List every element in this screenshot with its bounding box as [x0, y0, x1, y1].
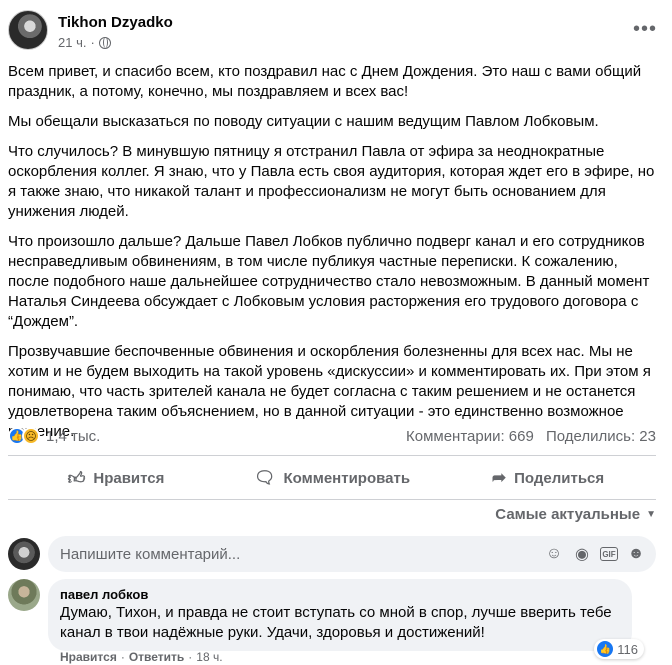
sort-label: Самые актуальные [495, 506, 641, 523]
divider [8, 499, 656, 500]
comment-sort-dropdown[interactable]: Самые актуальные ▼ [495, 506, 656, 523]
divider [8, 455, 656, 456]
like-label: Нравится [93, 469, 165, 487]
commenter-name[interactable]: павел лобков [60, 587, 620, 603]
like-icon: 👍 [597, 641, 614, 657]
comment-time[interactable]: 18 ч. [196, 650, 222, 664]
comments-count[interactable]: Комментарии: 669 [406, 428, 534, 445]
commenter-avatar[interactable] [8, 579, 40, 611]
comment-reply-link[interactable]: Ответить [129, 650, 184, 664]
emoji-icon[interactable]: ☺ [544, 544, 564, 564]
chevron-down-icon: ▼ [646, 509, 656, 520]
post-paragraph: Что случилось? В минувшую пятницу я отст… [8, 143, 655, 220]
comment-text: Думаю, Тихон, и правда не стоит вступать… [60, 604, 612, 641]
post-paragraph: Мы обещали высказаться по поводу ситуаци… [8, 113, 599, 130]
globe-icon [98, 36, 111, 49]
engagement-stats: Комментарии: 669 Поделились: 23 [398, 428, 656, 445]
comment-like-count: 116 [617, 641, 638, 657]
current-user-avatar [8, 538, 40, 570]
comment-bubble: павел лобков Думаю, Тихон, и правда не с… [48, 579, 632, 651]
reactions-bar: 👍 ☹ 1,4 тыс. Комментарии: 669 Поделились… [8, 425, 656, 447]
more-icon[interactable]: ••• [630, 14, 660, 44]
like-button[interactable]: 👍︎ Нравится [8, 460, 224, 496]
share-button[interactable]: ➦ Поделиться [440, 460, 656, 496]
share-icon: ➦ [491, 468, 507, 487]
post-time[interactable]: 21 ч. [58, 35, 86, 50]
thumbs-up-icon: 👍︎ [67, 468, 86, 488]
comment-like-link[interactable]: Нравится [60, 650, 117, 664]
sad-icon: ☹ [22, 427, 40, 445]
camera-icon[interactable]: ◉ [572, 544, 592, 564]
action-dot: · [188, 650, 193, 664]
author-avatar[interactable] [8, 10, 48, 50]
action-dot: · [120, 650, 125, 664]
comment-icon: 🗨︎ [253, 468, 276, 487]
reaction-summary[interactable]: 👍 ☹ 1,4 тыс. [8, 427, 100, 445]
share-label: Поделиться [514, 469, 605, 487]
meta-dot: · [90, 35, 95, 50]
post-header: Tikhon Dzyadko 21 ч. · ••• [8, 10, 664, 56]
author-name[interactable]: Tikhon Dzyadko [58, 14, 173, 31]
gif-icon[interactable]: GIF [600, 547, 618, 561]
comment-actions: Нравится · Ответить · 18 ч. [60, 650, 223, 664]
post-paragraph: Всем привет, и спасибо всем, кто поздрав… [8, 63, 642, 100]
post-text: Всем привет, и спасибо всем, кто поздрав… [8, 62, 660, 452]
comment-label: Комментировать [283, 469, 411, 487]
sticker-icon[interactable]: ☻ [626, 544, 646, 564]
composer-tools: ☺ ◉ GIF ☻ [544, 544, 646, 564]
comment-composer: ☺ ◉ GIF ☻ [8, 536, 656, 572]
comment-button[interactable]: 🗨︎ Комментировать [224, 460, 440, 496]
post-actions: 👍︎ Нравится 🗨︎ Комментировать ➦ Поделить… [8, 460, 656, 496]
reaction-count[interactable]: 1,4 тыс. [46, 428, 100, 445]
post-meta: 21 ч. · [58, 35, 111, 50]
comment-reactions[interactable]: 👍 116 [594, 639, 644, 659]
shares-count[interactable]: Поделились: 23 [546, 428, 656, 445]
post-paragraph: Что произошло дальше? Дальше Павел Лобко… [8, 233, 650, 330]
